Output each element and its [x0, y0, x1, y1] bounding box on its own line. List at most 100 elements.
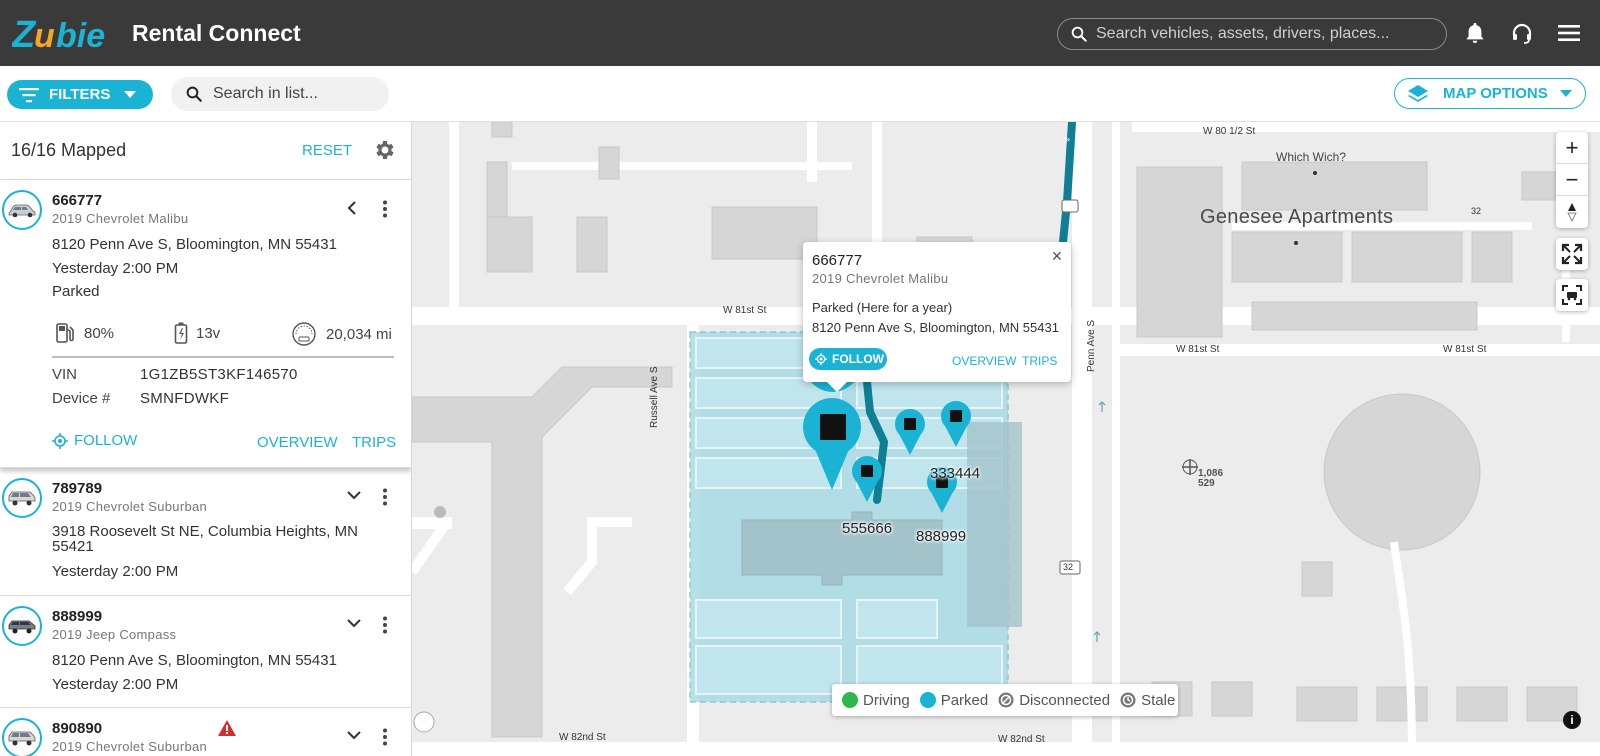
vehicle-card-888999[interactable]: 888999 2019 Jeep Compass 8120 Penn Ave S… [0, 596, 411, 708]
reset-button[interactable]: RESET [302, 142, 352, 159]
fullscreen-icon[interactable] [1556, 238, 1588, 270]
filters-button[interactable]: FILTERS [7, 80, 153, 109]
trips-link[interactable]: TRIPS [352, 434, 396, 451]
legend-stale: Stale [1120, 692, 1175, 709]
vehicle-model: 2019 Chevrolet Suburban [52, 739, 208, 754]
vehicle-avatar [2, 478, 42, 518]
panel-header: 16/16 Mapped RESET [0, 122, 411, 180]
vehicle-address-line2: 55421 [52, 538, 94, 555]
vehicle-address: 8120 Penn Ave S, Bloomington, MN 55431 [52, 236, 337, 253]
svg-text:u: u [34, 17, 55, 54]
filter-lines-icon [19, 87, 39, 102]
vehicle-id: 666777 [52, 192, 103, 209]
street-label: W 82nd St [559, 732, 606, 743]
follow-label: FOLLOW [74, 432, 138, 449]
jeep-icon [8, 620, 36, 634]
street-label: W 81st St [1443, 344, 1487, 355]
toolbar: FILTERS MAP OPTIONS [0, 66, 1600, 122]
vehicle-time: Yesterday 2:00 PM [52, 563, 179, 580]
compass-icon[interactable] [1556, 196, 1588, 228]
more-options-icon[interactable] [382, 616, 388, 639]
map-view[interactable]: » W 80 1/2 St W 81st St W 81st St W 81st… [412, 122, 1600, 756]
layers-icon [1408, 84, 1428, 102]
legend-parked: Parked [919, 691, 989, 709]
fit-vehicles-icon[interactable] [1556, 279, 1588, 311]
popup-overview-link[interactable]: OVERVIEW [952, 354, 1016, 368]
fuel-value: 80% [84, 324, 115, 342]
vehicle-avatar [2, 718, 42, 756]
vehicle-avatar [2, 190, 42, 230]
zoom-in-button[interactable]: + [1556, 132, 1588, 164]
disconnected-icon [998, 692, 1014, 708]
vehicle-status: Parked [52, 283, 100, 300]
svg-text:»: » [1065, 134, 1070, 144]
legend-parked-label: Parked [940, 691, 989, 709]
street-label: W 81st St [723, 305, 767, 316]
map-options-button[interactable]: MAP OPTIONS [1394, 78, 1586, 109]
vehicle-card-890890[interactable]: 890890 2019 Chevrolet Suburban [0, 708, 411, 756]
popup-vehicle-model: 2019 Chevrolet Malibu [812, 271, 949, 286]
stale-icon [1120, 692, 1136, 708]
popup-follow-button[interactable]: FOLLOW [809, 348, 887, 370]
vehicle-card-789789[interactable]: 789789 2019 Chevrolet Suburban 3918 Roos… [0, 468, 411, 596]
pin-label-888999[interactable]: 888999 [916, 528, 966, 545]
pin-label-333444[interactable]: 333444 [930, 465, 980, 482]
overview-link[interactable]: OVERVIEW [257, 434, 338, 451]
car-icon [8, 204, 36, 218]
chevron-down-icon[interactable] [346, 488, 362, 506]
chevron-left-icon[interactable] [346, 200, 358, 221]
device-value: SMNFDWKF [140, 390, 230, 407]
device-label: Device # [52, 390, 111, 407]
vehicle-address: 8120 Penn Ave S, Bloomington, MN 55431 [52, 652, 337, 669]
popup-address: 8120 Penn Ave S, Bloomington, MN 55431 [812, 320, 1059, 335]
popup-follow-label: FOLLOW [832, 352, 884, 366]
street-label: W 82nd St [998, 734, 1045, 745]
vehicle-card-666777[interactable]: 666777 2019 Chevrolet Malibu 8120 Penn A… [0, 180, 411, 468]
locate-icon [815, 353, 827, 365]
global-search-input[interactable] [1096, 25, 1426, 43]
legend-driving-label: Driving [863, 691, 910, 709]
vehicle-model: 2019 Chevrolet Malibu [52, 211, 189, 226]
vin-value: 1G1ZB5ST3KF146570 [140, 366, 298, 383]
driving-dot-icon [842, 692, 858, 708]
headset-icon[interactable] [1509, 20, 1535, 46]
list-search[interactable] [171, 77, 389, 111]
list-search-input[interactable] [213, 85, 383, 103]
card-divider [52, 356, 394, 358]
odometer-stat: 20,034 mi [290, 322, 392, 346]
legend-stale-label: Stale [1141, 691, 1176, 709]
zubie-logo[interactable]: Z u bie [11, 14, 110, 56]
pin-label-555666[interactable]: 555666 [842, 520, 892, 537]
vehicle-time: Yesterday 2:00 PM [52, 676, 179, 693]
chevron-down-icon[interactable] [346, 616, 362, 634]
popup-trips-link[interactable]: TRIPS [1022, 354, 1057, 368]
more-options-icon[interactable] [382, 728, 388, 751]
zoom-out-button[interactable]: − [1556, 164, 1588, 196]
filters-label: FILTERS [49, 86, 111, 103]
vehicle-id: 888999 [52, 608, 103, 625]
map-base: » [412, 122, 1600, 756]
info-icon[interactable]: i [1563, 711, 1581, 729]
close-icon[interactable]: ✕ [1051, 248, 1063, 265]
bell-icon[interactable] [1462, 20, 1488, 46]
vehicle-address-line1: 3918 Roosevelt St NE, Columbia Heights, … [52, 523, 358, 540]
popup-tip [827, 382, 847, 392]
fuel-stat: 80% [54, 322, 114, 344]
global-search[interactable] [1057, 18, 1447, 50]
chevron-down-icon[interactable] [346, 728, 362, 746]
popup-status: Parked (Here for a year) [812, 300, 953, 315]
gear-icon[interactable] [372, 138, 396, 167]
suv-icon [8, 731, 36, 746]
more-options-icon[interactable] [382, 488, 388, 511]
vehicle-id: 890890 [52, 720, 103, 737]
odometer-icon [292, 322, 316, 346]
map-options-label: MAP OPTIONS [1443, 85, 1548, 102]
status-legend: Driving Parked Disconnected Stale [832, 684, 1178, 716]
follow-button[interactable]: FOLLOW [52, 432, 137, 449]
poi-genesee-apartments[interactable]: Genesee Apartments [1200, 206, 1393, 229]
locate-icon [52, 432, 68, 449]
more-options-icon[interactable] [382, 200, 388, 223]
app-title: Rental Connect [132, 20, 301, 46]
poi-which-wich[interactable]: Which Wich? [1276, 150, 1346, 164]
hamburger-menu-icon[interactable] [1556, 20, 1582, 46]
